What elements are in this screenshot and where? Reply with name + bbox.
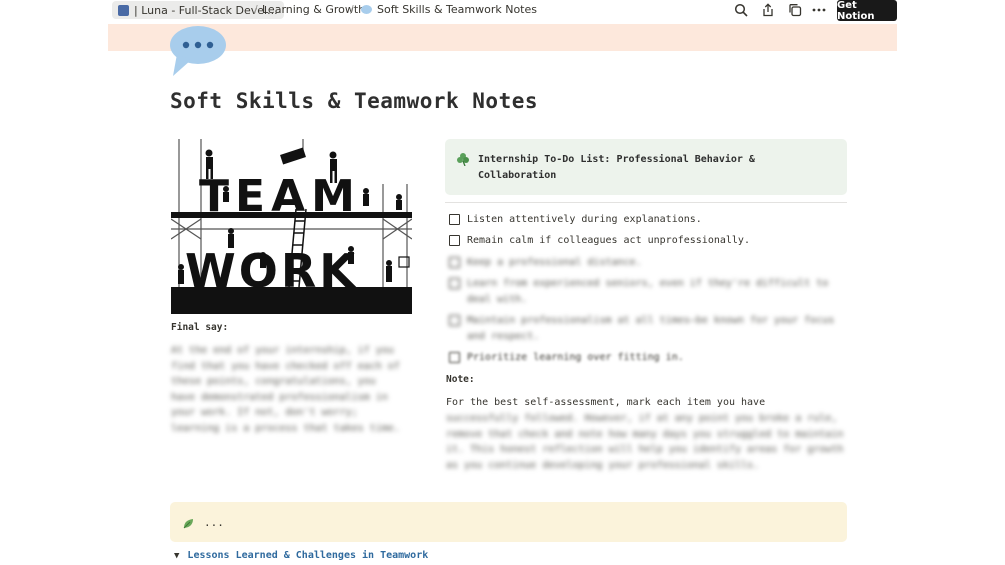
speech-bubble-icon[interactable] [169,26,229,78]
get-notion-button[interactable]: Get Notion [837,0,897,22]
checkbox[interactable] [449,256,460,268]
duplicate-icon[interactable] [787,2,803,18]
note-text-visible: For the best self-assessment, mark each … [446,397,766,408]
todo-label: Maintain professionalism at all times—be… [467,315,835,342]
page-title[interactable]: Soft Skills & Teamwork Notes [170,89,538,113]
note-label: Note: [446,374,475,385]
final-say-label: Final say: [171,322,229,333]
top-bar: | Luna - Full-Stack Devel... / Learning … [0,0,1005,22]
todo-item[interactable]: Maintain professionalism at all times—be… [449,313,849,344]
note-text: For the best self-assessment, mark each … [446,395,844,474]
checkbox[interactable] [449,234,460,246]
checkbox[interactable] [449,213,460,225]
todo-label: Remain calm if colleagues act unprofessi… [467,234,750,246]
internship-callout[interactable]: Internship To-Do List: Professional Beha… [445,139,847,195]
todo-label: Prioritize learning over fitting in. [467,351,684,363]
yellow-callout-text: ... [204,516,224,529]
toggle-label: Lessons Learned & Challenges in Teamwork [187,550,429,561]
breadcrumb-current-page[interactable]: Soft Skills & Teamwork Notes [361,3,537,16]
todo-item[interactable]: Prioritize learning over fitting in. [449,350,684,364]
final-say-text: At the end of your internship, if you fi… [171,345,400,434]
todo-item[interactable]: Learn from experienced seniors, even if … [449,276,849,307]
search-icon[interactable] [733,2,749,18]
toggle-arrow-icon[interactable]: ▼ [174,551,179,561]
checkbox[interactable] [449,315,460,326]
todo-label: Listen attentively during explanations. [467,213,702,225]
speech-bubble-icon [361,5,372,14]
share-icon[interactable] [760,2,776,18]
divider [445,202,847,203]
todo-label: Learn from experienced seniors, even if … [467,278,829,305]
todo-label: Keep a professional distance. [467,256,642,268]
todo-item[interactable]: Keep a professional distance. [449,255,642,269]
yellow-callout[interactable]: ... [170,502,847,542]
todo-item[interactable]: Remain calm if colleagues act unprofessi… [449,233,750,247]
more-icon[interactable] [811,2,827,18]
note-text-blurred: successfully followed. However, if at an… [446,412,844,472]
workspace-favicon-icon [118,4,129,16]
callout-text: Internship To-Do List: Professional Beha… [478,154,755,181]
teamwork-illustration: TEAM WORK [171,139,412,314]
toggle-lessons-learned[interactable]: ▼ Lessons Learned & Challenges in Teamwor… [174,550,428,561]
breadcrumb-separator: / [350,3,354,16]
todo-item[interactable]: Listen attentively during explanations. [449,212,702,226]
leaf-icon [182,515,195,534]
shamrock-icon [456,151,470,167]
checkbox[interactable] [449,351,460,363]
breadcrumb-current-label: Soft Skills & Teamwork Notes [377,3,537,16]
breadcrumb-separator: / [254,3,258,16]
illustration-text-work: WORK [185,244,358,298]
checkbox[interactable] [449,278,460,289]
